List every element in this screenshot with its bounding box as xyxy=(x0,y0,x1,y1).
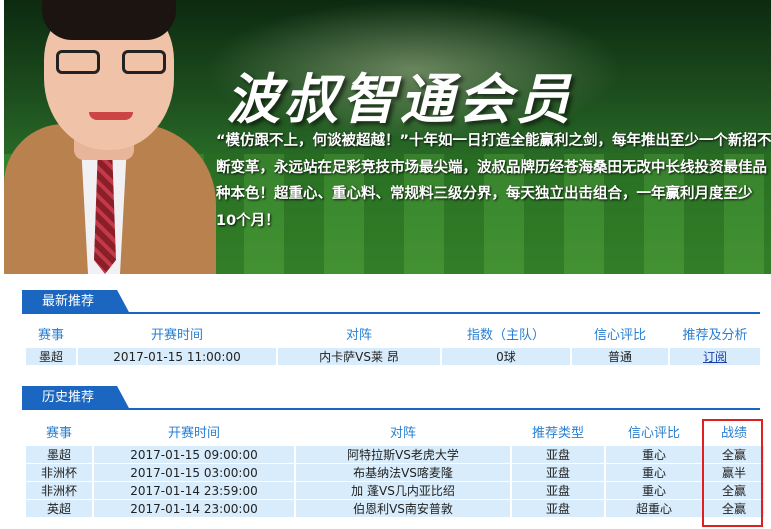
latest-table: 赛事 开赛时间 对阵 指数（主队） 信心评比 推荐及分析 墨超 2017-01-… xyxy=(24,318,762,366)
result-cell: 全赢 xyxy=(704,446,764,463)
result-cell: 全赢 xyxy=(704,482,764,499)
latest-section-header: 最新推荐 xyxy=(22,288,760,314)
index-cell: 0球 xyxy=(442,348,570,365)
col-match: 对阵 xyxy=(296,417,510,445)
league-cell: 英超 xyxy=(26,500,92,517)
time-cell: 2017-01-14 23:00:00 xyxy=(94,500,294,517)
latest-tab[interactable]: 最新推荐 xyxy=(22,290,130,314)
col-result: 战绩 xyxy=(704,417,764,445)
history-table-header: 赛事 开赛时间 对阵 推荐类型 信心评比 战绩 xyxy=(26,417,764,445)
match-cell: 内卡萨VS莱 昂 xyxy=(278,348,440,365)
type-cell: 亚盘 xyxy=(512,482,604,499)
type-cell: 亚盘 xyxy=(512,446,604,463)
match-cell: 阿特拉斯VS老虎大学 xyxy=(296,446,510,463)
banner-title: 波叔智通会员 xyxy=(226,68,574,131)
table-row: 非洲杯 2017-01-15 03:00:00 布基纳法VS喀麦隆 亚盘 重心 … xyxy=(26,464,764,481)
time-cell: 2017-01-15 11:00:00 xyxy=(78,348,276,365)
table-row: 墨超 2017-01-15 11:00:00 内卡萨VS莱 昂 0球 普通 订阅 xyxy=(26,348,760,365)
banner-description: “模仿跟不上，何谈被超越！”十年如一日打造全能赢利之剑，每年推出至少一个新招不断… xyxy=(216,133,771,229)
col-confidence: 信心评比 xyxy=(572,319,668,347)
time-cell: 2017-01-15 03:00:00 xyxy=(94,464,294,481)
confidence-cell: 重心 xyxy=(606,446,702,463)
history-table: 赛事 开赛时间 对阵 推荐类型 信心评比 战绩 墨超 2017-01-15 09… xyxy=(24,416,766,518)
confidence-cell: 普通 xyxy=(572,348,668,365)
confidence-cell: 重心 xyxy=(606,464,702,481)
table-row: 墨超 2017-01-15 09:00:00 阿特拉斯VS老虎大学 亚盘 重心 … xyxy=(26,446,764,463)
promo-banner: 波叔智通会员 “模仿跟不上，何谈被超越！”十年如一日打造全能赢利之剑，每年推出至… xyxy=(4,0,771,274)
col-league: 赛事 xyxy=(26,319,76,347)
host-portrait xyxy=(4,0,219,274)
col-time: 开赛时间 xyxy=(94,417,294,445)
table-row: 英超 2017-01-14 23:00:00 伯恩利VS南安普敦 亚盘 超重心 … xyxy=(26,500,764,517)
type-cell: 亚盘 xyxy=(512,464,604,481)
league-cell: 墨超 xyxy=(26,348,76,365)
type-cell: 亚盘 xyxy=(512,500,604,517)
latest-table-header: 赛事 开赛时间 对阵 指数（主队） 信心评比 推荐及分析 xyxy=(26,319,760,347)
col-confidence: 信心评比 xyxy=(606,417,702,445)
col-match: 对阵 xyxy=(278,319,440,347)
history-section-header: 历史推荐 xyxy=(22,384,760,410)
subscribe-link[interactable]: 订阅 xyxy=(703,350,727,364)
time-cell: 2017-01-14 23:59:00 xyxy=(94,482,294,499)
result-cell: 赢半 xyxy=(704,464,764,481)
match-cell: 伯恩利VS南安普敦 xyxy=(296,500,510,517)
time-cell: 2017-01-15 09:00:00 xyxy=(94,446,294,463)
table-row: 非洲杯 2017-01-14 23:59:00 加 蓬VS几内亚比绍 亚盘 重心… xyxy=(26,482,764,499)
league-cell: 非洲杯 xyxy=(26,482,92,499)
league-cell: 墨超 xyxy=(26,446,92,463)
col-type: 推荐类型 xyxy=(512,417,604,445)
col-time: 开赛时间 xyxy=(78,319,276,347)
confidence-cell: 超重心 xyxy=(606,500,702,517)
league-cell: 非洲杯 xyxy=(26,464,92,481)
action-cell: 订阅 xyxy=(670,348,760,365)
match-cell: 布基纳法VS喀麦隆 xyxy=(296,464,510,481)
col-analysis: 推荐及分析 xyxy=(670,319,760,347)
history-tab[interactable]: 历史推荐 xyxy=(22,386,130,410)
col-index: 指数（主队） xyxy=(442,319,570,347)
confidence-cell: 重心 xyxy=(606,482,702,499)
col-league: 赛事 xyxy=(26,417,92,445)
result-cell: 全赢 xyxy=(704,500,764,517)
match-cell: 加 蓬VS几内亚比绍 xyxy=(296,482,510,499)
